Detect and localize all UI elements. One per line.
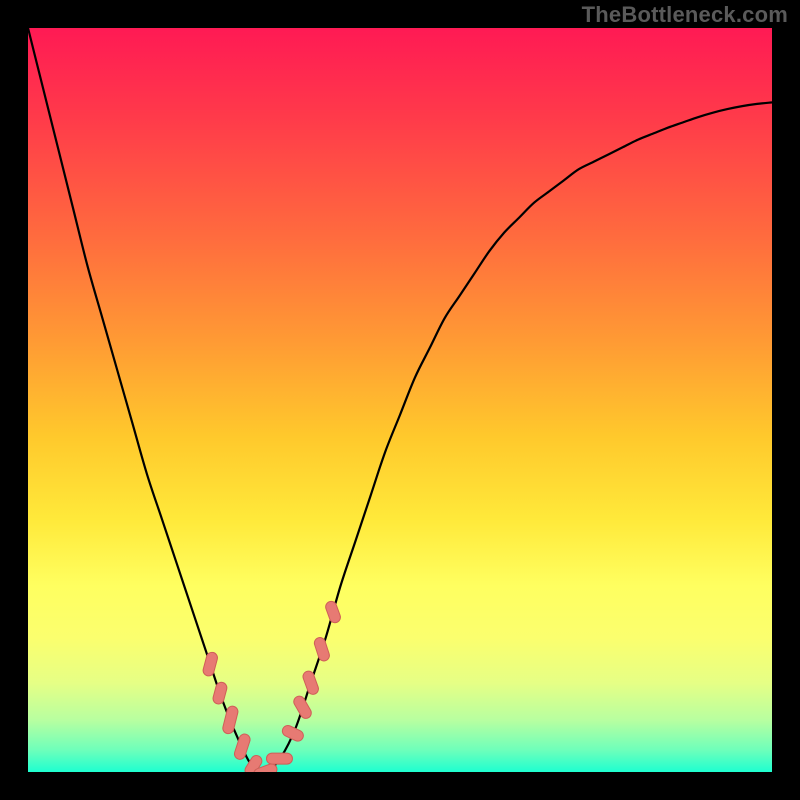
curve-marker (266, 753, 292, 764)
main-curve (28, 28, 772, 772)
watermark-text: TheBottleneck.com (582, 2, 788, 28)
curve-marker (292, 694, 314, 720)
curve-marker (233, 733, 251, 761)
curve-marker (281, 724, 306, 743)
curve-marker (212, 681, 228, 705)
curve-marker (313, 636, 331, 662)
curve-marker (301, 670, 320, 696)
curve-svg (28, 28, 772, 772)
plot-area (28, 28, 772, 772)
curve-marker (222, 705, 239, 735)
curve-marker (202, 651, 219, 677)
curve-marker (324, 600, 342, 624)
chart-frame: TheBottleneck.com (0, 0, 800, 800)
curve-markers (202, 600, 342, 772)
